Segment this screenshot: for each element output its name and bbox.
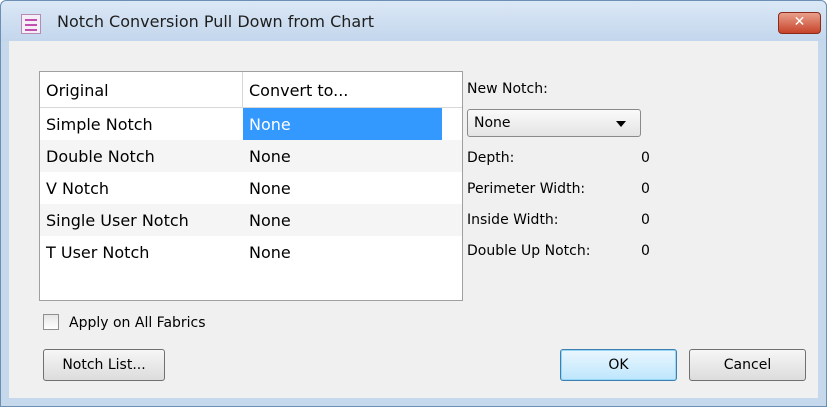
close-button[interactable]: ✕ [778,12,821,34]
inside-width-value: 0 [641,212,650,228]
perimeter-width-label: Perimeter Width: [467,181,586,197]
window-title: Notch Conversion Pull Down from Chart [57,12,375,31]
conversion-table: Original Convert to... Simple Notch None… [39,71,463,301]
table-header: Original Convert to... [40,72,462,108]
inside-width-label: Inside Width: [467,212,559,228]
double-up-notch-value: 0 [641,243,650,259]
notch-list-button[interactable]: Notch List... [43,349,165,381]
title-bar[interactable]: Notch Conversion Pull Down from Chart ✕ [1,1,826,41]
apply-all-checkbox[interactable] [43,314,59,330]
perimeter-width-value: 0 [641,181,650,197]
cell-original[interactable]: Single User Notch [40,204,243,236]
new-notch-label: New Notch: [467,81,548,97]
table-row[interactable]: V Notch None [40,172,462,204]
cell-convert-to[interactable]: None [243,140,442,172]
depth-label: Depth: [467,150,515,166]
cell-convert-to[interactable]: None [243,172,442,204]
dialog-body: Original Convert to... Simple Notch None… [9,41,818,398]
cell-convert-to[interactable]: None [243,108,442,140]
cell-original[interactable]: V Notch [40,172,243,204]
chevron-down-icon [616,121,626,127]
cell-convert-to[interactable]: None [243,204,442,236]
double-up-notch-label: Double Up Notch: [467,243,591,259]
cell-original[interactable]: T User Notch [40,236,243,268]
close-icon: ✕ [793,14,806,30]
column-header-convert-to[interactable]: Convert to... [243,72,462,107]
depth-value: 0 [641,150,650,166]
cell-convert-to[interactable]: None [243,236,442,268]
app-icon [21,14,41,34]
column-header-original[interactable]: Original [40,72,243,107]
new-notch-selected: None [474,115,511,131]
table-row[interactable]: Simple Notch None [40,108,462,140]
ok-button[interactable]: OK [560,349,677,381]
table-row[interactable]: Double Notch None [40,140,462,172]
table-row[interactable]: T User Notch None [40,236,462,268]
cancel-button[interactable]: Cancel [689,349,806,381]
apply-all-label[interactable]: Apply on All Fabrics [69,315,206,331]
dialog-window: Notch Conversion Pull Down from Chart ✕ … [0,0,827,407]
cell-original[interactable]: Simple Notch [40,108,243,140]
table-row[interactable]: Single User Notch None [40,204,462,236]
cell-original[interactable]: Double Notch [40,140,243,172]
new-notch-dropdown[interactable]: None [467,109,641,137]
